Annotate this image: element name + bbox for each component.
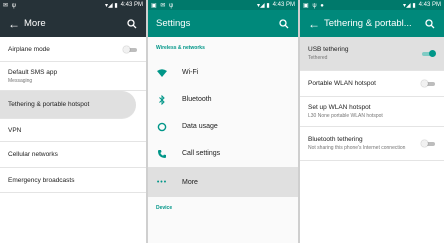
search-icon[interactable] — [424, 18, 436, 30]
list-item-label: Emergency broadcasts — [8, 176, 75, 184]
back-arrow-icon[interactable]: ← — [308, 17, 324, 31]
list-item-label: Cellular networks — [8, 151, 58, 158]
usb-tethering-switch[interactable] — [421, 50, 436, 57]
notification-icons: ▣ ψ ● — [303, 2, 325, 9]
list-item-cellular-networks[interactable]: Cellular networks — [0, 142, 146, 168]
page-title: More — [24, 18, 46, 29]
wlan-hotspot-switch[interactable] — [421, 80, 436, 87]
page-title: Tethering & portabl... — [324, 18, 412, 29]
list-item-summary: L30 None portable WLAN hotspot — [308, 113, 383, 119]
list-item-emergency-broadcasts[interactable]: Emergency broadcasts — [0, 168, 146, 193]
status-bar: ▣ ψ ● ▾◢ ▮ 4:43 PM — [300, 0, 444, 10]
settings-item-bluetooth[interactable]: Bluetooth — [148, 86, 298, 113]
list-item-usb-tethering[interactable]: USB tethering Tethered — [300, 37, 444, 71]
list-item-label: Set up WLAN hotspot — [308, 104, 371, 111]
data-usage-icon — [156, 121, 168, 133]
app-bar: Settings — [148, 10, 298, 37]
list-item-vpn[interactable]: VPN — [0, 119, 146, 142]
status-bar: ▣ ✉ ψ ▾◢ ▮ 4:43 PM — [148, 0, 298, 10]
bluetooth-icon — [156, 94, 168, 106]
more-screen: ✉ ψ ▾◢ ▮ 4:43 PM ← More Airplane mode De… — [0, 0, 146, 243]
notification-icons: ✉ ψ — [3, 2, 17, 9]
status-bar: ✉ ψ ▾◢ ▮ 4:43 PM — [0, 0, 146, 10]
settings-item-label: Wi-Fi — [182, 69, 199, 76]
app-bar: ← More — [0, 10, 146, 37]
settings-item-data-usage[interactable]: Data usage — [148, 113, 298, 140]
settings-item-wifi[interactable]: Wi-Fi — [148, 59, 298, 86]
signal-icon: ▾◢ ▮ — [403, 2, 416, 9]
app-bar: ← Tethering & portabl... — [300, 10, 444, 37]
list-item-label: USB tethering — [308, 46, 349, 53]
search-icon[interactable] — [126, 18, 138, 30]
phone-icon — [156, 148, 168, 160]
search-icon[interactable] — [278, 18, 290, 30]
list-item-bluetooth-tethering[interactable]: Bluetooth tethering Not sharing this pho… — [300, 127, 444, 161]
list-item-label: Portable WLAN hotspot — [308, 80, 376, 87]
list-item-label: Bluetooth tethering — [308, 136, 363, 143]
tethering-screen: ▣ ψ ● ▾◢ ▮ 4:43 PM ← Tethering & portabl… — [300, 0, 444, 243]
notification-icons: ▣ ✉ ψ — [151, 2, 175, 9]
settings-item-label: Data usage — [182, 123, 218, 130]
status-time: 4:43 PM — [120, 2, 143, 8]
section-header-wireless: Wireless & networks — [156, 45, 205, 51]
page-title: Settings — [156, 18, 191, 29]
list-item-summary: Tethered — [308, 55, 328, 61]
section-header-device: Device — [156, 205, 173, 211]
list-item-portable-wlan-hotspot[interactable]: Portable WLAN hotspot — [300, 71, 444, 97]
list-item-label: Airplane mode — [8, 45, 50, 53]
list-item-set-up-wlan-hotspot[interactable]: Set up WLAN hotspot L30 None portable WL… — [300, 97, 444, 127]
status-time: 4:43 PM — [418, 2, 441, 8]
settings-item-label: Call settings — [182, 150, 221, 157]
list-item-summary: Not sharing this phone's Internet connec… — [308, 145, 406, 151]
signal-icon: ▾◢ ▮ — [257, 2, 270, 9]
wifi-icon — [156, 67, 168, 79]
settings-item-call-settings[interactable]: Call settings — [148, 140, 298, 167]
list-item-summary: Messaging — [8, 77, 33, 84]
list-item-label: VPN — [8, 126, 22, 134]
list-item-label: Tethering & portable hotspot — [8, 101, 90, 108]
airplane-mode-switch[interactable] — [123, 45, 138, 53]
signal-icon: ▾◢ ▮ — [105, 2, 118, 9]
settings-screen: ▣ ✉ ψ ▾◢ ▮ 4:43 PM Settings Wireless & n… — [148, 0, 298, 243]
settings-item-label: Bluetooth — [182, 96, 212, 103]
settings-item-label: More — [182, 178, 198, 186]
status-time: 4:43 PM — [272, 2, 295, 8]
list-item-default-sms-app[interactable]: Default SMS app Messaging — [0, 62, 146, 91]
more-icon: ••• — [156, 178, 168, 186]
list-item-label: Default SMS app — [8, 68, 58, 76]
bluetooth-tethering-switch[interactable] — [421, 140, 436, 147]
list-item-airplane-mode[interactable]: Airplane mode — [0, 37, 146, 62]
back-arrow-icon[interactable]: ← — [8, 17, 24, 31]
settings-item-more[interactable]: ••• More — [148, 167, 298, 197]
list-item-tethering[interactable]: Tethering & portable hotspot — [0, 91, 136, 119]
